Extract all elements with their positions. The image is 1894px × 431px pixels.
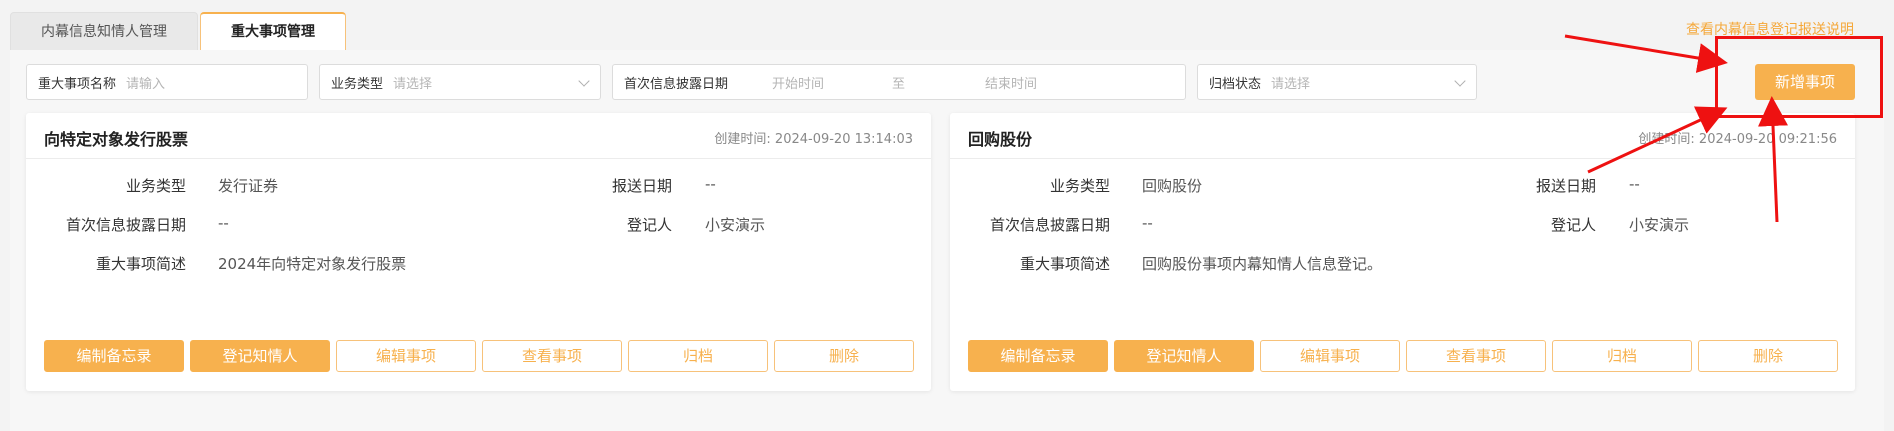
- archive-status-label: 归档状态: [1209, 76, 1262, 92]
- field-value: --: [705, 175, 716, 193]
- start-date-input[interactable]: 开始时间: [772, 73, 824, 92]
- event-name-label: 重大事项名称: [38, 76, 117, 92]
- memo-button[interactable]: 编制备忘录: [44, 340, 184, 372]
- field-label: 报送日期: [1535, 177, 1596, 195]
- delete-button[interactable]: 删除: [774, 340, 914, 372]
- created-value: 2024-09-20 13:14:03: [774, 132, 913, 147]
- card-title: 向特定对象发行股票: [44, 130, 189, 149]
- field-value: --: [218, 214, 229, 232]
- field-value: 小安演示: [1629, 216, 1690, 234]
- field-value: --: [1629, 175, 1640, 193]
- chevron-down-icon: [1454, 75, 1466, 87]
- field-label: 业务类型: [125, 177, 186, 195]
- memo-button[interactable]: 编制备忘录: [968, 340, 1108, 372]
- card-actions: 编制备忘录 登记知情人 编辑事项 查看事项 归档 删除: [968, 340, 1844, 372]
- view-event-button[interactable]: 查看事项: [482, 340, 622, 372]
- created-label: 创建时间:: [714, 132, 775, 147]
- tab-insider-management[interactable]: 内幕信息知情人管理: [10, 12, 198, 50]
- field-value: 2024年向特定对象发行股票: [218, 255, 407, 273]
- add-event-button[interactable]: 新增事项: [1755, 64, 1855, 100]
- created-time: 创建时间: 2024-09-20 09:21:56: [1638, 128, 1837, 147]
- archive-button[interactable]: 归档: [1552, 340, 1692, 372]
- field-label: 重大事项简述: [95, 255, 186, 273]
- tab-major-events[interactable]: 重大事项管理: [200, 12, 346, 50]
- card-header: 向特定对象发行股票 创建时间: 2024-09-20 13:14:03: [26, 113, 931, 159]
- field-label: 登记人: [626, 216, 672, 234]
- business-type-label: 业务类型: [331, 76, 384, 92]
- card-actions: 编制备忘录 登记知情人 编辑事项 查看事项 归档 删除: [44, 340, 920, 372]
- field-label: 业务类型: [1049, 177, 1110, 195]
- created-time: 创建时间: 2024-09-20 13:14:03: [714, 128, 913, 147]
- disclosure-date-label: 首次信息披露日期: [624, 76, 729, 92]
- event-card: 向特定对象发行股票 创建时间: 2024-09-20 13:14:03 业务类型…: [26, 113, 931, 391]
- register-insider-button[interactable]: 登记知情人: [190, 340, 330, 372]
- field-value: 回购股份: [1142, 177, 1203, 195]
- created-value: 2024-09-20 09:21:56: [1698, 132, 1837, 147]
- archive-status-placeholder: 请选择: [1271, 76, 1311, 92]
- card-title: 回购股份: [968, 130, 1033, 149]
- event-card: 回购股份 创建时间: 2024-09-20 09:21:56 业务类型 回购股份…: [950, 113, 1855, 391]
- edit-event-button[interactable]: 编辑事项: [1260, 340, 1400, 372]
- field-label: 登记人: [1550, 216, 1596, 234]
- business-type-placeholder: 请选择: [393, 76, 433, 92]
- event-name-input[interactable]: 请输入: [126, 73, 165, 92]
- field-value: --: [1142, 214, 1153, 232]
- field-label: 首次信息披露日期: [989, 216, 1110, 234]
- date-separator: 至: [892, 76, 906, 92]
- field-label: 首次信息披露日期: [65, 216, 186, 234]
- event-name-filter[interactable]: 重大事项名称 请输入: [26, 64, 308, 100]
- view-event-button[interactable]: 查看事项: [1406, 340, 1546, 372]
- field-value: 小安演示: [705, 216, 766, 234]
- field-value: 回购股份事项内幕知情人信息登记。: [1142, 255, 1383, 273]
- tab-bar: 内幕信息知情人管理 重大事项管理: [10, 12, 348, 50]
- chevron-down-icon: [578, 75, 590, 87]
- end-date-input[interactable]: 结束时间: [985, 73, 1037, 92]
- field-label: 重大事项简述: [1019, 255, 1110, 273]
- archive-status-select[interactable]: 归档状态 请选择: [1197, 64, 1477, 100]
- card-header: 回购股份 创建时间: 2024-09-20 09:21:56: [950, 113, 1855, 159]
- archive-button[interactable]: 归档: [628, 340, 768, 372]
- business-type-select[interactable]: 业务类型 请选择: [319, 64, 601, 100]
- field-label: 报送日期: [611, 177, 672, 195]
- disclosure-date-range[interactable]: 首次信息披露日期 开始时间 至 结束时间: [612, 64, 1186, 100]
- register-insider-button[interactable]: 登记知情人: [1114, 340, 1254, 372]
- created-label: 创建时间:: [1638, 132, 1699, 147]
- help-link[interactable]: 查看内幕信息登记报送说明: [1686, 19, 1854, 39]
- delete-button[interactable]: 删除: [1698, 340, 1838, 372]
- edit-event-button[interactable]: 编辑事项: [336, 340, 476, 372]
- field-value: 发行证券: [218, 177, 279, 195]
